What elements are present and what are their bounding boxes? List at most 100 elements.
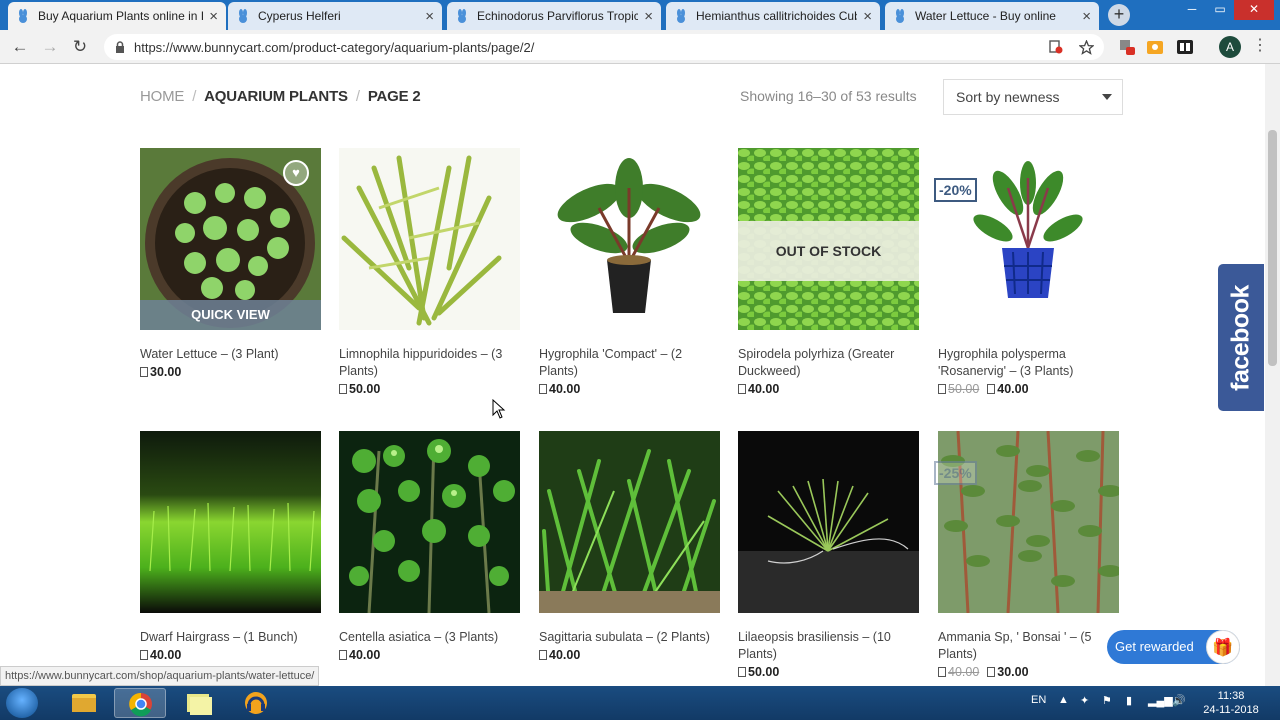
product-price: 40.00: [339, 648, 520, 662]
product-card[interactable]: ♥ QUICK VIEW Water Lettuce – (3 Plant) 3…: [140, 148, 321, 379]
close-tab-icon[interactable]: ×: [644, 8, 653, 25]
rupee-icon: [738, 384, 746, 394]
product-name[interactable]: Hygrophila 'Compact' – (2 Plants): [539, 346, 720, 380]
close-tab-icon[interactable]: ×: [425, 8, 434, 25]
address-bar[interactable]: https://www.bunnycart.com/product-catego…: [104, 34, 1104, 60]
maximize-icon[interactable]: ▭: [1206, 0, 1234, 20]
product-name[interactable]: Ammania Sp, ' Bonsai ' – (5 Plants): [938, 629, 1119, 663]
breadcrumb-category-link[interactable]: AQUARIUM PLANTS: [204, 88, 348, 105]
mouse-cursor-icon: [492, 399, 506, 419]
windows-start-button[interactable]: [6, 688, 38, 718]
breadcrumb-home-link[interactable]: HOME: [140, 88, 184, 105]
product-card[interactable]: -20% Hygrophila polysperma 'Rosanervig' …: [934, 148, 1119, 396]
tab-title: Water Lettuce - Buy online: [915, 9, 1056, 23]
rupee-icon: [938, 384, 946, 394]
close-window-icon[interactable]: ✕: [1234, 0, 1274, 20]
product-card[interactable]: OUT OF STOCK Spirodela polyrhiza (Greate…: [738, 148, 919, 396]
product-price: 30.00: [140, 365, 321, 379]
chevron-down-icon: [1102, 94, 1112, 100]
new-tab-button[interactable]: +: [1108, 4, 1130, 26]
rupee-icon: [539, 650, 547, 660]
product-card[interactable]: Lilaeopsis brasiliensis – (10 Plants) 50…: [738, 431, 919, 679]
product-image[interactable]: [738, 431, 919, 613]
rupee-icon: [140, 650, 148, 660]
reload-icon[interactable]: ↻: [68, 35, 92, 59]
product-image[interactable]: ♥ QUICK VIEW: [140, 148, 321, 330]
product-card[interactable]: Limnophila hippuridoides – (3 Plants) 50…: [339, 148, 520, 396]
product-name[interactable]: Limnophila hippuridoides – (3 Plants): [339, 346, 520, 380]
power-icon[interactable]: ▮: [1126, 694, 1132, 707]
forward-arrow-icon[interactable]: →: [38, 35, 62, 59]
browser-tab-1[interactable]: Buy Aquarium Plants online in I ×: [8, 2, 226, 30]
browser-tab-3[interactable]: Echinodorus Parviflorus Tropica ×: [447, 2, 661, 30]
chrome-icon[interactable]: [114, 688, 166, 718]
language-indicator[interactable]: EN: [1031, 694, 1046, 706]
product-name[interactable]: Lilaeopsis brasiliensis – (10 Plants): [738, 629, 919, 663]
browser-tab-4[interactable]: Hemianthus callitrichoides Cub ×: [666, 2, 880, 30]
product-image[interactable]: OUT OF STOCK: [738, 148, 919, 330]
product-image[interactable]: [539, 148, 720, 330]
facebook-tab[interactable]: facebook: [1218, 264, 1264, 411]
product-price: 40.00: [738, 382, 919, 396]
product-card[interactable]: Hygrophila 'Compact' – (2 Plants) 40.00: [539, 148, 720, 396]
browser-menu-icon[interactable]: ⋮: [1252, 36, 1268, 56]
quick-view-button[interactable]: QUICK VIEW: [140, 300, 321, 330]
minimize-icon[interactable]: ─: [1178, 0, 1206, 20]
tab-manager-extension-icon[interactable]: [1176, 38, 1194, 56]
browser-tab-2[interactable]: Cyperus Helferi ×: [228, 2, 442, 30]
product-name[interactable]: Sagittaria subulata – (2 Plants): [539, 629, 720, 646]
product-card[interactable]: Centella asiatica – (3 Plants) 40.00: [339, 431, 520, 662]
browser-tab-5[interactable]: Water Lettuce - Buy online ×: [885, 2, 1099, 30]
bookmark-star-icon[interactable]: [1079, 39, 1094, 55]
discount-badge: -25%: [934, 461, 977, 485]
profile-avatar[interactable]: A: [1219, 36, 1241, 58]
show-hidden-icons-icon[interactable]: ▲: [1058, 694, 1069, 706]
close-tab-icon[interactable]: ×: [863, 8, 872, 25]
product-image[interactable]: [339, 148, 520, 330]
tab-title: Buy Aquarium Plants online in I: [38, 9, 204, 23]
extension-badge-icon[interactable]: [1118, 38, 1136, 56]
product-card[interactable]: Dwarf Hairgrass – (1 Bunch) 40.00: [140, 431, 321, 662]
product-name[interactable]: Dwarf Hairgrass – (1 Bunch): [140, 629, 321, 646]
product-card[interactable]: -25% Ammania Sp, ' Bonsai ' – (5 Plants)…: [934, 430, 1122, 679]
page-scrollbar[interactable]: [1265, 64, 1280, 686]
headset-app-icon[interactable]: [230, 688, 282, 718]
rupee-icon: [738, 667, 746, 677]
product-name[interactable]: Spirodela polyrhiza (Greater Duckweed): [738, 346, 919, 380]
product-name[interactable]: Centella asiatica – (3 Plants): [339, 629, 520, 646]
product-image[interactable]: [539, 431, 720, 613]
scrollbar-thumb[interactable]: [1268, 130, 1277, 366]
sort-dropdown[interactable]: Sort by newness: [943, 79, 1123, 115]
product-image[interactable]: -25%: [934, 430, 1122, 614]
bunnycart-favicon: [19, 9, 27, 23]
tray-app-icon[interactable]: ✦: [1080, 694, 1089, 707]
network-icon[interactable]: ▂▄▆: [1148, 694, 1173, 707]
clock-time: 11:38: [1217, 690, 1245, 702]
product-image[interactable]: [140, 431, 321, 613]
shopping-extension-icon[interactable]: [1146, 38, 1164, 56]
product-card[interactable]: Sagittaria subulata – (2 Plants) 40.00: [539, 431, 720, 662]
system-clock[interactable]: 11:38 24-11-2018: [1196, 689, 1266, 717]
product-name[interactable]: Hygrophila polysperma 'Rosanervig' – (3 …: [938, 346, 1119, 380]
get-rewarded-button[interactable]: Get rewarded 🎁: [1107, 630, 1240, 664]
file-explorer-icon[interactable]: [58, 688, 110, 718]
breadcrumb-separator: /: [192, 88, 197, 105]
product-image[interactable]: [339, 431, 520, 613]
product-image[interactable]: -20%: [934, 148, 1119, 330]
blocked-content-icon[interactable]: [1049, 39, 1063, 54]
volume-icon[interactable]: 🔊: [1172, 694, 1186, 707]
breadcrumb-current: PAGE 2: [367, 88, 421, 105]
product-name[interactable]: Water Lettuce – (3 Plant): [140, 346, 321, 363]
product-price: 40.00 30.00: [938, 665, 1119, 679]
sticky-notes-icon[interactable]: [172, 688, 224, 718]
action-center-icon[interactable]: ⚑: [1102, 694, 1112, 707]
back-arrow-icon[interactable]: ←: [8, 35, 32, 59]
browser-toolbar: ← → ↻ https://www.bunnycart.com/product-…: [0, 30, 1280, 64]
product-price: 50.00 40.00: [938, 382, 1119, 396]
close-tab-icon[interactable]: ×: [209, 8, 218, 25]
wishlist-heart-icon[interactable]: ♥: [283, 160, 309, 186]
close-tab-icon[interactable]: ×: [1082, 8, 1091, 25]
breadcrumb: HOME / AQUARIUM PLANTS / PAGE 2: [140, 88, 421, 105]
product-price: 50.00: [339, 382, 520, 396]
tab-title: Hemianthus callitrichoides Cub: [696, 9, 858, 23]
